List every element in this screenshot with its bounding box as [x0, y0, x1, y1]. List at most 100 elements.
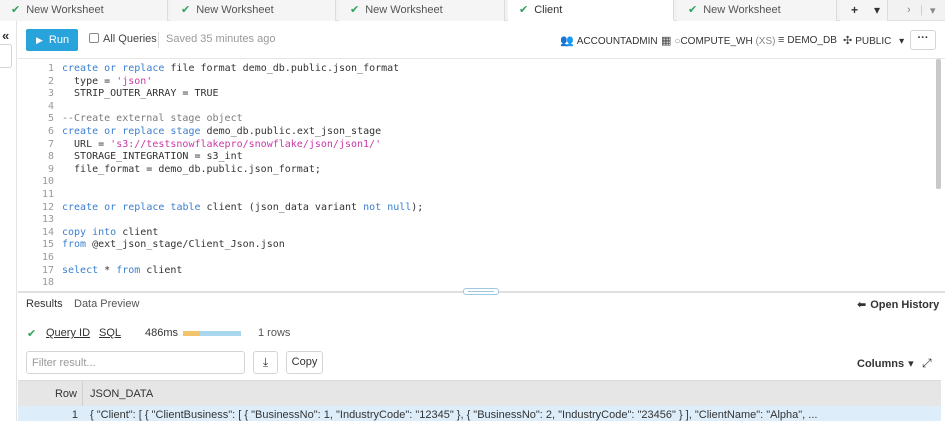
code-line[interactable]: create or replace file format demo_db.pu… — [62, 63, 399, 76]
panel-divider — [16, 21, 17, 421]
arrow-left-icon: ⬅ — [857, 299, 867, 311]
checkbox-icon[interactable] — [89, 33, 99, 43]
code-line[interactable]: --Create external stage object — [62, 113, 243, 126]
table-row[interactable]: 1 { "Client": [ { "ClientBusiness": [ { … — [18, 406, 941, 421]
worksheet-tab-bar: ✔ New Worksheet ✔ New Worksheet ✔ New Works… — [0, 0, 945, 21]
line-number: 3 — [47, 88, 54, 100]
all-queries-checkbox[interactable]: All Queries — [89, 33, 157, 45]
line-number: 14 — [41, 226, 54, 238]
double-chevron-left-icon[interactable]: « — [2, 28, 9, 43]
check-icon: ✔ — [27, 328, 37, 340]
results-table-header: Row JSON_DATA — [18, 380, 941, 407]
line-number: 15 — [41, 239, 54, 251]
filter-result-input[interactable] — [26, 351, 245, 374]
line-number: 17 — [41, 264, 54, 276]
chevron-right-icon[interactable]: › — [907, 4, 911, 16]
warehouse-label: COMPUTE_WH — [680, 36, 753, 47]
users-icon: 👥 — [560, 35, 574, 47]
divider — [158, 32, 159, 48]
column-header-row[interactable]: Row — [18, 381, 83, 407]
code-line[interactable]: file_format = demo_db.public.json_format… — [62, 164, 321, 177]
download-icon: ⤓ — [262, 355, 269, 369]
line-number: 16 — [41, 252, 54, 263]
tab-data-preview[interactable]: Data Preview — [74, 298, 139, 310]
check-icon: ✔ — [350, 4, 360, 16]
tab-label: Client — [534, 4, 563, 16]
code-line[interactable]: from @ext_json_stage/Client_Json.json — [62, 239, 285, 252]
worksheet-toolbar: ▶ Run All Queries Saved 35 minutes ago 👥 A… — [18, 21, 945, 59]
tab-worksheet-3[interactable]: ✔ New Worksheet — [339, 0, 505, 21]
divider: | — [920, 4, 923, 16]
warehouse-selector[interactable]: ▦ ○COMPUTE_WH (XS) — [661, 34, 775, 47]
column-header-json-data[interactable]: JSON_DATA — [90, 381, 153, 407]
chevron-down-icon: ▾ — [899, 36, 905, 47]
open-history-label: Open History — [870, 299, 940, 311]
database-selector[interactable]: ≡ DEMO_DB — [778, 34, 837, 46]
all-queries-label: All Queries — [103, 33, 157, 45]
tab-scroll-controls: › | ▾ — [890, 0, 945, 21]
code-line[interactable]: copy into client — [62, 227, 158, 240]
columns-dropdown[interactable]: Columns ▾ — [857, 357, 914, 370]
line-number: 10 — [41, 176, 54, 188]
row-number: 1 — [71, 409, 78, 421]
run-button[interactable]: ▶ Run — [26, 29, 78, 51]
tab-label: New Worksheet — [365, 4, 443, 16]
code-line[interactable]: URL = 's3://testsnowflakepro/snowflake/j… — [62, 139, 381, 152]
tab-menu-icon[interactable]: ▾ — [930, 4, 936, 17]
line-number: 5 — [47, 113, 54, 125]
splitter-handle[interactable] — [463, 288, 499, 295]
query-progress-bar — [183, 331, 241, 336]
check-icon: ✔ — [11, 4, 21, 16]
line-number: 1 — [47, 63, 54, 74]
tab-worksheet-2[interactable]: ✔ New Worksheet — [170, 0, 336, 21]
line-number: 9 — [47, 163, 54, 175]
editor-scrollbar[interactable] — [936, 59, 941, 189]
line-number: 8 — [47, 151, 54, 163]
schema-icon: ✣ — [843, 35, 853, 47]
check-icon: ✔ — [181, 4, 191, 16]
tab-client[interactable]: ✔ Client — [508, 0, 674, 21]
code-line[interactable]: create or replace stage demo_db.public.e… — [62, 126, 381, 139]
database-label: DEMO_DB — [787, 35, 837, 46]
row-count: 1 rows — [258, 327, 291, 339]
tab-worksheet-1[interactable]: ✔ New Worksheet — [0, 0, 168, 21]
sql-editor[interactable]: 1 create or replace file format demo_db.p… — [18, 59, 939, 291]
code-line[interactable]: select * from client — [62, 265, 182, 278]
line-number: 18 — [41, 277, 54, 289]
sql-link[interactable]: SQL — [99, 327, 121, 339]
check-icon: ✔ — [688, 4, 698, 16]
line-number: 4 — [47, 100, 54, 112]
new-worksheet-button[interactable]: + ▾ — [840, 0, 888, 21]
columns-label: Columns — [857, 358, 905, 370]
download-button[interactable]: ⤓ — [253, 351, 278, 374]
tab-worksheet-5[interactable]: ✔ New Worksheet — [677, 0, 837, 21]
schema-selector[interactable]: ✣ PUBLIC ▾ — [843, 34, 904, 47]
code-line[interactable]: STORAGE_INTEGRATION = s3_int — [62, 151, 243, 164]
role-selector[interactable]: 👥 ACCOUNTADMIN — [560, 34, 658, 47]
line-number: 7 — [47, 138, 54, 150]
more-options-button[interactable]: ··· — [910, 30, 936, 50]
line-number: 11 — [41, 189, 54, 200]
chevron-down-icon: ▾ — [908, 358, 914, 370]
run-label: Run — [48, 34, 70, 46]
tab-label: New Worksheet — [26, 4, 104, 16]
tab-label: New Worksheet — [703, 4, 781, 16]
code-line[interactable]: type = 'json' — [62, 76, 152, 89]
code-line[interactable]: create or replace table client (json_dat… — [62, 202, 423, 215]
side-panel-handle[interactable] — [0, 44, 12, 68]
plus-icon[interactable]: + — [851, 3, 858, 17]
json-data-cell[interactable]: { "Client": [ { "ClientBusiness": [ { "B… — [90, 409, 935, 421]
code-line[interactable]: STRIP_OUTER_ARRAY = TRUE — [62, 88, 219, 101]
grid-icon: ▦ — [661, 35, 672, 47]
copy-button[interactable]: Copy — [286, 351, 323, 374]
progress-fill — [183, 331, 201, 336]
query-id-link[interactable]: Query ID — [46, 327, 90, 339]
open-history-button[interactable]: ⬅ Open History — [857, 298, 939, 311]
play-icon: ▶ — [36, 35, 43, 45]
chevron-down-icon[interactable]: ▾ — [874, 3, 880, 17]
query-duration: 486ms — [145, 327, 179, 339]
check-icon: ✔ — [519, 4, 529, 16]
tab-results[interactable]: Results — [26, 298, 63, 310]
expand-icon[interactable]: ⤢ — [922, 356, 932, 371]
tab-label: New Worksheet — [196, 4, 274, 16]
